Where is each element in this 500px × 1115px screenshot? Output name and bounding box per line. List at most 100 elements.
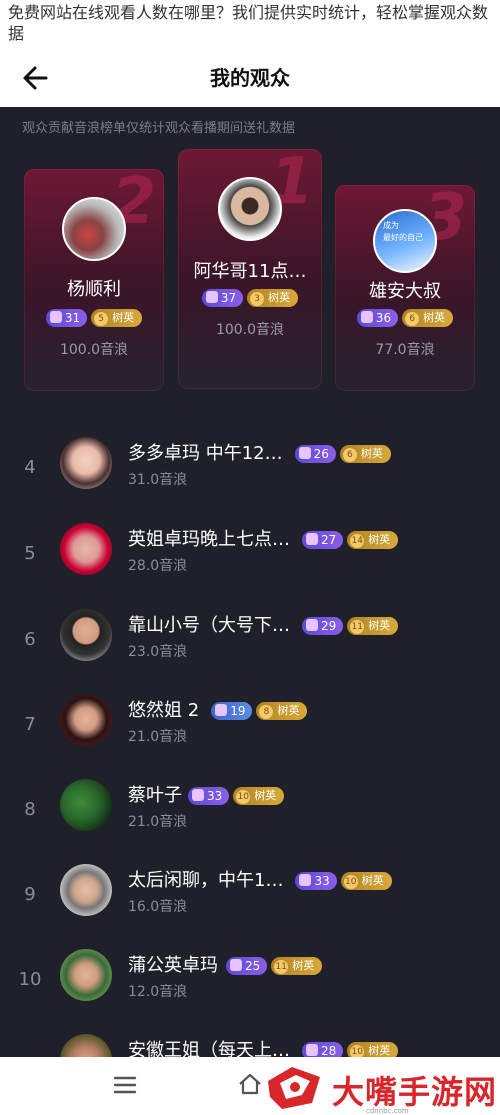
gem-icon	[205, 290, 218, 303]
avatar[interactable]	[60, 609, 112, 661]
avatar[interactable]	[60, 694, 112, 746]
list-item[interactable]: 5 英姐卓玛晚上七点… 27 14 树英 28.0音浪	[0, 521, 500, 606]
gift-amount: 100.0音浪	[215, 322, 285, 338]
gift-amount: 28.0音浪	[128, 558, 188, 574]
fan-badge: 6 树英	[339, 445, 391, 463]
top-bar: 我的观众	[0, 52, 500, 107]
fan-badge: 10 树英	[233, 787, 285, 805]
level-badge: 29	[302, 617, 344, 635]
gem-icon	[306, 533, 318, 545]
list-item[interactable]: 8 蔡叶子 33 10 树英 21.0音浪	[0, 777, 500, 862]
page-title: 我的观众	[210, 66, 290, 90]
level-badge: 27	[302, 531, 344, 549]
fan-badge: 10 树英	[347, 1042, 399, 1057]
audience-ranking-panel: 观众贡献音浪榜单仅统计观众看播期间送礼数据 2 杨顺利 31 5 树英 100.0音…	[0, 107, 500, 1057]
podium-card-1[interactable]: 1 阿华哥11点… 37 3 树英 100.0音浪	[178, 145, 322, 389]
bottom-nav-bar: 大嘴手游网 cdnnbc.com	[0, 1057, 500, 1115]
fan-badge: 11 树英	[347, 617, 399, 635]
gem-icon	[192, 789, 204, 801]
watermark-logo-icon	[262, 1063, 326, 1111]
avatar[interactable]	[60, 864, 112, 916]
menu-icon[interactable]	[113, 1075, 137, 1095]
ranking-note: 观众贡献音浪榜单仅统计观众看播期间送礼数据	[22, 121, 296, 136]
gift-amount: 21.0音浪	[128, 814, 188, 830]
badge-group: 31 5 树英	[24, 307, 164, 327]
level-badge: 33	[188, 787, 230, 805]
avatar[interactable]: 成为 最好的自己	[373, 209, 437, 273]
heart-icon: 8	[259, 705, 274, 719]
fan-badge: 5 树英	[91, 308, 143, 327]
fan-badge: 6 树英	[402, 308, 454, 327]
article-caption: 免费网站在线观看人数在哪里？我们提供实时统计，轻松掌握观众数据	[0, 0, 500, 52]
gem-icon	[215, 704, 228, 716]
avatar[interactable]	[60, 949, 112, 1001]
viewer-name: 蔡叶子 33 10 树英	[128, 781, 285, 807]
viewer-name: 靠山小号（大号下… 29 11 树英	[128, 611, 399, 637]
gift-amount: 21.0音浪	[128, 729, 188, 745]
viewer-name: 多多卓玛 中午12… 26 6 树英	[128, 439, 391, 465]
avatar[interactable]	[60, 523, 112, 575]
level-badge: 31	[45, 308, 88, 327]
level-badge: 26	[294, 445, 336, 463]
list-item[interactable]: 11 安徽王姐（每天上…2810树英	[0, 1032, 500, 1057]
heart-icon: 14	[350, 534, 365, 548]
fan-badge: 8 树英	[256, 702, 308, 720]
home-icon[interactable]	[237, 1071, 263, 1097]
viewer-name: 安徽王姐（每天上… 28 10 树英	[128, 1036, 399, 1057]
level-badge: 19	[211, 702, 253, 720]
gem-icon	[299, 874, 312, 886]
watermark-text: 大嘴手游网	[332, 1073, 498, 1111]
avatar[interactable]	[60, 1034, 112, 1057]
gem-icon	[230, 959, 242, 971]
heart-icon: 10	[343, 875, 358, 889]
podium-card-2[interactable]: 2 杨顺利 31 5 树英 100.0音浪	[24, 165, 164, 391]
avatar[interactable]	[60, 437, 112, 489]
list-item[interactable]: 7 悠然姐 2 19 8 树英 21.0音浪	[0, 692, 500, 777]
rank-number: 4	[24, 457, 36, 478]
heart-icon: 10	[350, 1045, 365, 1057]
heart-icon: 6	[342, 448, 357, 462]
fan-badge: 3 树英	[247, 288, 299, 307]
level-badge: 37	[201, 288, 244, 307]
fan-badge: 14 树英	[347, 531, 399, 549]
gift-amount: 23.0音浪	[128, 644, 188, 660]
viewer-name: 悠然姐 2 19 8 树英	[128, 696, 308, 722]
badge-group: 36 6 树英	[335, 307, 475, 327]
rank-number: 8	[24, 799, 36, 820]
gift-amount: 77.0音浪	[375, 342, 435, 358]
avatar[interactable]	[60, 779, 112, 831]
rank-number: 9	[24, 884, 36, 905]
gem-icon	[306, 619, 318, 631]
list-item[interactable]: 9 太后闲聊，中午1… 33 10 树英 16.0音浪	[0, 862, 500, 947]
heart-icon: 5	[94, 311, 109, 326]
gift-amount: 100.0音浪	[59, 342, 129, 358]
gift-amount: 12.0音浪	[128, 984, 188, 1000]
rank-number: 10	[18, 969, 42, 990]
rank-number: 7	[24, 714, 36, 735]
gem-icon	[306, 1044, 318, 1056]
gem-icon	[49, 310, 62, 323]
rank-number: 6	[24, 629, 36, 650]
viewer-name: 蒲公英卓玛 25 11 树英	[128, 951, 323, 977]
avatar-text: 成为	[383, 221, 399, 230]
level-badge: 33	[295, 872, 337, 890]
list-item[interactable]: 4 多多卓玛 中午12… 26 6 树英 31.0音浪	[0, 435, 500, 520]
viewer-name: 阿华哥11点…	[193, 261, 307, 282]
level-badge: 28	[302, 1042, 344, 1057]
list-item[interactable]: 6 靠山小号（大号下… 29 11 树英 23.0音浪	[0, 607, 500, 692]
level-badge: 25	[226, 957, 268, 975]
viewer-name: 太后闲聊，中午1… 33 10 树英	[128, 866, 392, 892]
badge-group: 37 3 树英	[178, 287, 322, 307]
avatar[interactable]	[218, 177, 282, 241]
gift-amount: 16.0音浪	[128, 899, 188, 915]
gem-icon	[298, 447, 311, 459]
rank-number: 5	[24, 543, 36, 564]
podium-card-3[interactable]: 3 成为 最好的自己 雄安大叔 36 6 树英 77.0音浪	[335, 181, 475, 391]
heart-icon: 3	[250, 291, 265, 306]
avatar[interactable]	[62, 197, 126, 261]
heart-icon: 11	[350, 620, 365, 634]
list-item[interactable]: 10 蒲公英卓玛 25 11 树英 12.0音浪	[0, 947, 500, 1032]
fan-badge: 11 树英	[271, 957, 323, 975]
heart-icon: 11	[274, 960, 289, 974]
heart-icon: 6	[405, 311, 420, 326]
